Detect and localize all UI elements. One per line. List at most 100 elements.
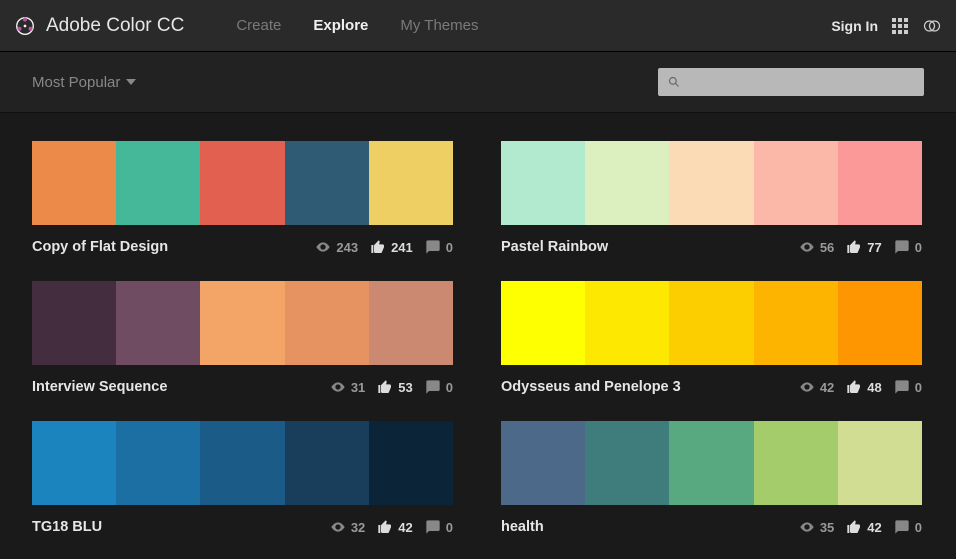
comment-icon [894,519,910,535]
theme-stats: 31 53 0 [330,379,453,395]
views-stat[interactable]: 56 [799,239,834,255]
views-stat[interactable]: 243 [315,239,358,255]
comments-stat-count: 0 [446,520,453,535]
color-swatch[interactable] [669,421,753,505]
views-stat-count: 243 [336,240,358,255]
color-swatch[interactable] [838,421,922,505]
comments-stat-count: 0 [915,240,922,255]
theme-title[interactable]: Copy of Flat Design [32,239,168,255]
color-swatch[interactable] [838,281,922,365]
color-swatch[interactable] [369,421,453,505]
comments-stat-count: 0 [915,520,922,535]
color-swatch[interactable] [200,141,284,225]
main-header: Adobe Color CC Create Explore My Themes … [0,0,956,52]
like-icon [370,239,386,255]
color-swatch[interactable] [285,141,369,225]
theme-swatches[interactable] [32,421,453,505]
comments-stat-count: 0 [915,380,922,395]
comments-stat[interactable]: 0 [894,239,922,255]
sign-in-link[interactable]: Sign In [831,18,878,34]
search-box[interactable] [658,68,924,96]
theme-card: Interview Sequence 31 53 0 [32,281,453,395]
theme-grid: Copy of Flat Design 243 241 0 Pastel Rainbow… [0,113,956,535]
theme-swatches[interactable] [32,281,453,365]
color-swatch[interactable] [585,421,669,505]
theme-swatches[interactable] [501,421,922,505]
comments-stat[interactable]: 0 [894,519,922,535]
views-stat[interactable]: 31 [330,379,365,395]
theme-card: health 35 42 0 [501,421,922,535]
likes-stat[interactable]: 53 [377,379,412,395]
color-swatch[interactable] [501,141,585,225]
comments-stat[interactable]: 0 [425,519,453,535]
theme-card: Copy of Flat Design 243 241 0 [32,141,453,255]
brand-logo[interactable]: Adobe Color CC [14,15,184,37]
theme-swatches[interactable] [501,281,922,365]
theme-title[interactable]: Pastel Rainbow [501,239,608,255]
color-swatch[interactable] [32,141,116,225]
likes-stat-count: 241 [391,240,413,255]
comment-icon [425,379,441,395]
color-swatch[interactable] [32,281,116,365]
comments-stat[interactable]: 0 [425,239,453,255]
color-swatch[interactable] [754,141,838,225]
color-swatch[interactable] [585,281,669,365]
theme-stats: 42 48 0 [799,379,922,395]
nav-explore[interactable]: Explore [313,17,368,34]
theme-swatches[interactable] [32,141,453,225]
color-swatch[interactable] [200,281,284,365]
color-swatch[interactable] [669,281,753,365]
views-stat[interactable]: 32 [330,519,365,535]
theme-card: Odysseus and Penelope 3 42 48 0 [501,281,922,395]
color-swatch[interactable] [285,281,369,365]
nav-create[interactable]: Create [236,17,281,34]
likes-stat[interactable]: 42 [377,519,412,535]
theme-title[interactable]: health [501,519,544,535]
color-swatch[interactable] [838,141,922,225]
color-swatch[interactable] [754,421,838,505]
main-nav: Create Explore My Themes [236,17,478,34]
color-swatch[interactable] [501,281,585,365]
color-swatch[interactable] [285,421,369,505]
likes-stat-count: 42 [867,520,881,535]
views-stat-count: 42 [820,380,834,395]
theme-title[interactable]: TG18 BLU [32,519,102,535]
comments-stat[interactable]: 0 [425,379,453,395]
color-swatch[interactable] [116,281,200,365]
views-stat[interactable]: 35 [799,519,834,535]
color-swatch[interactable] [585,141,669,225]
eye-icon [799,519,815,535]
color-swatch[interactable] [754,281,838,365]
nav-mythemes[interactable]: My Themes [400,17,478,34]
search-icon [668,76,680,88]
sort-dropdown[interactable]: Most Popular [32,74,136,91]
color-swatch[interactable] [501,421,585,505]
eye-icon [799,239,815,255]
likes-stat[interactable]: 48 [846,379,881,395]
color-swatch[interactable] [116,141,200,225]
subheader: Most Popular [0,52,956,113]
like-icon [846,379,862,395]
theme-meta-row: Odysseus and Penelope 3 42 48 0 [501,379,922,395]
color-swatch[interactable] [116,421,200,505]
likes-stat[interactable]: 241 [370,239,413,255]
likes-stat[interactable]: 77 [846,239,881,255]
eye-icon [330,379,346,395]
theme-title[interactable]: Odysseus and Penelope 3 [501,379,681,395]
creative-cloud-icon[interactable] [922,16,942,36]
color-swatch[interactable] [369,141,453,225]
color-swatch[interactable] [200,421,284,505]
color-swatch[interactable] [669,141,753,225]
color-swatch[interactable] [369,281,453,365]
like-icon [846,519,862,535]
theme-title[interactable]: Interview Sequence [32,379,167,395]
views-stat[interactable]: 42 [799,379,834,395]
apps-grid-icon[interactable] [892,18,908,34]
color-swatch[interactable] [32,421,116,505]
like-icon [846,239,862,255]
search-input[interactable] [688,75,914,90]
sort-label: Most Popular [32,74,120,91]
theme-swatches[interactable] [501,141,922,225]
comments-stat[interactable]: 0 [894,379,922,395]
likes-stat[interactable]: 42 [846,519,881,535]
